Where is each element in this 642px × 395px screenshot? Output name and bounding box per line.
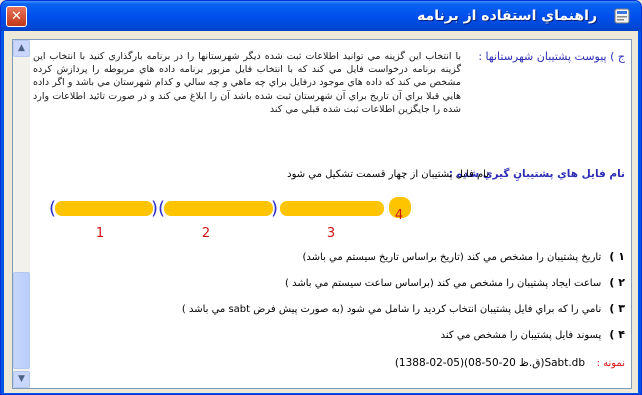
list-item-number: ۴ ) — [609, 328, 625, 341]
bracket-close-1: ) — [151, 198, 158, 219]
segment-number-2: 2 — [202, 226, 210, 241]
segment-number-4: 4 — [395, 208, 403, 223]
bracket-open-1: ( — [49, 198, 56, 219]
help-text-panel: ▲ ▼ ج ) پيوست پشتيبان شهرستانها : با انت… — [12, 39, 632, 389]
segment-number-3: 3 — [327, 226, 335, 241]
list-item-number: ۱ ) — [609, 250, 625, 263]
close-button[interactable]: ✕ — [6, 6, 27, 27]
scroll-thumb[interactable] — [13, 272, 30, 369]
scroll-down-button[interactable]: ▼ — [13, 371, 30, 388]
list-item-number: ۲ ) — [609, 276, 625, 289]
list-item-text: ساعت ايجاد پشتيبان را مشخص مي كند (براسا… — [285, 278, 602, 289]
list-item-text: نامي را كه براي فايل پشتيبان انتخاب كردي… — [181, 304, 602, 315]
vertical-scrollbar[interactable]: ▲ ▼ — [13, 40, 30, 388]
scroll-up-button[interactable]: ▲ — [13, 40, 30, 57]
list-item: ۲ ) ساعت ايجاد پشتيبان را مشخص مي كند (ب… — [285, 276, 625, 291]
app-icon — [614, 8, 630, 24]
segment-number-1: 1 — [96, 226, 104, 241]
help-window: ✕ راهنماي استفاده از برنامه ▲ ▼ ج ) پيوس… — [0, 0, 642, 395]
bracket-close-2: ) — [271, 198, 278, 219]
close-icon: ✕ — [11, 9, 22, 24]
list-item-text: پسوند فايل پشتيبان را مشخص مي كند — [440, 330, 602, 341]
section-paragraph: با انتخاب اين گزينه مي توانيد اطلاعات ثب… — [33, 51, 461, 115]
example-value: (1388-02-05)(08-50-20 ق.ظ)Sabt.db — [394, 357, 585, 369]
list-item-number: ۳ ) — [609, 302, 625, 315]
list-item: ۴ ) پسوند فايل پشتيبان را مشخص مي كند — [441, 328, 625, 343]
file-name-diagram: ( ) ( ) 1 2 3 4 — [49, 197, 411, 241]
window-title: راهنماي استفاده از برنامه — [417, 8, 597, 24]
title-bar[interactable]: ✕ راهنماي استفاده از برنامه — [1, 1, 641, 31]
file-name-description: نام فايل پشتيبان از چهار قسمت تشكيل مي ش… — [287, 169, 489, 180]
list-item-text: تاريخ پشتيبان را مشخص مي كند (تاريخ براس… — [302, 252, 602, 263]
segment-2: ( ) — [158, 198, 278, 219]
segment-1: ( ) — [49, 198, 158, 219]
example-label: نمونه : — [596, 358, 625, 369]
list-item: ۱ ) تاريخ پشتيبان را مشخص مي كند (تاريخ … — [302, 250, 625, 265]
help-content: ج ) پيوست پشتيبان شهرستانها : با انتخاب … — [33, 40, 631, 388]
list-item: ۳ ) نامي را كه براي فايل پشتيبان انتخاب … — [182, 302, 625, 317]
window-client-area: ▲ ▼ ج ) پيوست پشتيبان شهرستانها : با انت… — [4, 31, 638, 393]
bracket-open-2: ( — [158, 198, 165, 219]
section-heading: ج ) پيوست پشتيبان شهرستانها : — [478, 50, 625, 63]
segment-3 — [280, 201, 384, 216]
